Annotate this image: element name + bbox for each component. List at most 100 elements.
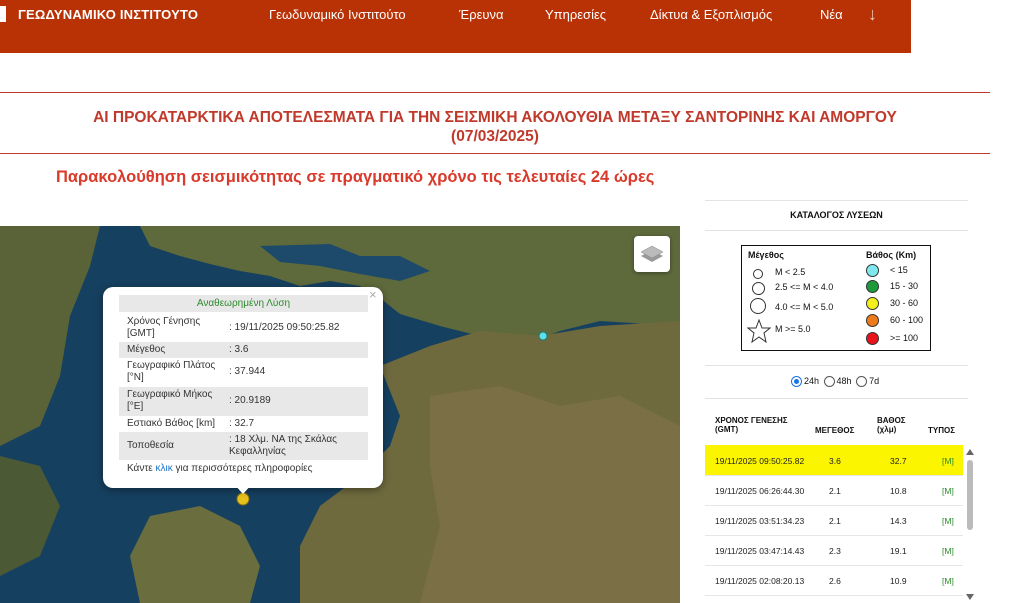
cell-type: [M] (942, 576, 954, 586)
circle-large-icon (750, 298, 766, 314)
depth-color-swatch (866, 264, 879, 277)
popup-row-depth: Εστιακό Βάθος [km] : 32.7 (119, 416, 368, 432)
col-header-type: ΤΥΠΟΣ (928, 426, 956, 435)
cell-magnitude: 3.6 (829, 456, 841, 466)
star-icon (747, 319, 771, 343)
legend-magnitude-item: 4.0 <= M < 5.0 (775, 302, 834, 312)
header-line: (GMT) (715, 425, 739, 434)
cell-time: 19/11/2025 09:50:25.82 (715, 456, 805, 466)
legend-depth-item: 30 - 60 (890, 298, 919, 308)
map-legend: Μέγεθος M < 2.5 2.5 <= M < 4.0 4.0 <= M … (741, 245, 931, 351)
popup-tip (234, 484, 252, 494)
nav-item-research[interactable]: Έρευνα (459, 7, 504, 22)
popup-label: Εστιακό Βάθος [km] (127, 418, 216, 429)
popup-more-info: Κάντε κλικ για περισσότερες πληροφορίες (127, 463, 312, 474)
header-line: ΧΡΟΝΟΣ ΓΕΝΕΣΗΣ (715, 416, 788, 425)
table-scrollbar[interactable] (966, 449, 974, 603)
popup-label: Γεωγραφικό Πλάτος [°N] (127, 360, 216, 383)
headline-top-rule (0, 92, 990, 93)
radio-48h[interactable] (823, 376, 835, 388)
popup-value: : 19/11/2025 09:50:25.82 (229, 322, 340, 333)
site-brand[interactable]: ΓΕΩΔΥΝΑΜΙΚΟ ΙΝΣΤΙΤΟΥΤΟ (0, 6, 199, 22)
popup-value: : 37.944 (229, 366, 266, 377)
logo-fragment-icon (0, 6, 6, 22)
cell-depth: 32.7 (890, 456, 907, 466)
col-header-magnitude: ΜΕΓΕΘΟΣ (815, 426, 855, 435)
cell-depth: 10.9 (890, 576, 907, 586)
header-line: ΒΑΘΟΣ (877, 416, 906, 425)
legend-magnitude-title: Μέγεθος (748, 250, 784, 260)
cell-magnitude: 2.1 (829, 486, 841, 496)
popup-label: Χρόνος Γένησης [GMT] (127, 316, 201, 339)
legend-magnitude-item: 2.5 <= M < 4.0 (775, 282, 834, 292)
legend-magnitude-item: M >= 5.0 (775, 324, 811, 334)
cell-time: 19/11/2025 06:26:44.30 (715, 486, 805, 496)
cell-type: [M] (942, 456, 954, 466)
radio-24h[interactable] (791, 376, 802, 388)
table-row[interactable]: 19/11/2025 02:08:20.13 2.6 10.9 [M] (705, 565, 963, 596)
depth-color-swatch (866, 297, 879, 310)
layers-icon (640, 245, 664, 262)
cell-type: [M] (942, 546, 954, 556)
scroll-down-icon[interactable] (966, 594, 974, 600)
page-headline: ΑΙ ΠΡΟΚΑΤΑΡΚΤΙΚΑ ΑΠΟΤΕΛΕΣΜΑΤΑ ΓΙΑ ΤΗΝ ΣΕ… (0, 108, 990, 146)
cell-time: 19/11/2025 03:51:34.23 (715, 516, 805, 526)
cell-magnitude: 2.3 (829, 546, 841, 556)
table-row[interactable]: 19/11/2025 03:51:34.23 2.1 14.3 [M] (705, 505, 963, 536)
headline-line-2: (07/03/2025) (451, 128, 539, 145)
popup-row-longitude: Γεωγραφικό Μήκος [°E] : 20.9189 (119, 387, 368, 416)
depth-color-swatch (866, 332, 879, 345)
popup-value: : 32.7 (229, 418, 255, 429)
cell-depth: 19.1 (890, 546, 907, 556)
radio-label: 24h (804, 376, 820, 386)
divider (705, 398, 968, 399)
nav-item-networks[interactable]: Δίκτυα & Εξοπλισμός (650, 7, 772, 22)
circle-medium-icon (752, 282, 765, 295)
popup-row-origin-time: Χρόνος Γένησης [GMT] : 19/11/2025 09:50:… (119, 314, 368, 342)
more-info-suffix: για περισσότερες πληροφορίες (172, 463, 313, 474)
cell-depth: 14.3 (890, 516, 907, 526)
radio-label: 7d (869, 376, 880, 386)
scroll-up-icon[interactable] (966, 449, 974, 455)
radio-label: 48h (836, 376, 852, 386)
table-row[interactable]: 19/11/2025 06:26:44.30 2.1 10.8 [M] (705, 475, 963, 506)
circle-small-icon (753, 269, 763, 279)
cell-depth: 10.8 (890, 486, 907, 496)
nav-item-news[interactable]: Νέα (820, 7, 843, 22)
col-header-depth: ΒΑΘΟΣ (χλμ) (877, 416, 906, 434)
cell-time: 19/11/2025 02:08:20.13 (715, 576, 805, 586)
popup-value: : 20.9189 (229, 395, 271, 406)
earthquake-info-popup: × Αναθεωρημένη Λύση Χρόνος Γένησης [GMT]… (103, 287, 383, 494)
legend-depth-title: Βάθος (Km) (866, 250, 917, 260)
nav-item-institute[interactable]: Γεωδυναμικό Ινστιτούτο (269, 7, 406, 22)
headline-line-1: ΑΙ ΠΡΟΚΑΤΑΡΚΤΙΚΑ ΑΠΟΤΕΛΕΣΜΑΤΑ ΓΙΑ ΤΗΝ ΣΕ… (93, 109, 897, 126)
layers-button[interactable] (634, 236, 670, 272)
radio-7d[interactable] (856, 376, 868, 388)
table-row[interactable]: 19/11/2025 03:47:14.43 2.3 19.1 [M] (705, 535, 963, 566)
popup-value: : 3.6 (229, 344, 249, 355)
legend-depth-item: >= 100 (890, 333, 919, 343)
depth-color-swatch (866, 280, 879, 293)
divider (705, 365, 968, 366)
more-info-link[interactable]: κλικ (156, 463, 173, 474)
close-icon[interactable]: × (369, 287, 377, 302)
brand-name: ΓΕΩΔΥΝΑΜΙΚΟ ΙΝΣΤΙΤΟΥΤΟ (18, 7, 199, 22)
headline-bottom-rule (0, 153, 990, 154)
cell-magnitude: 2.1 (829, 516, 841, 526)
depth-color-swatch (866, 314, 879, 327)
legend-depth-item: 15 - 30 (890, 281, 919, 291)
legend-depth-item: < 15 (890, 265, 908, 275)
header-line: (χλμ) (877, 425, 897, 434)
realtime-subheading: Παρακολούθηση σεισμικότητας σε πραγματικ… (56, 168, 655, 186)
table-row[interactable]: 19/11/2025 09:50:25.82 3.6 32.7 [M] (705, 445, 963, 476)
top-navigation-bar: ΓΕΩΔΥΝΑΜΙΚΟ ΙΝΣΤΙΤΟΥΤΟ Γεωδυναμικό Ινστι… (0, 0, 911, 53)
scrollbar-thumb[interactable] (967, 460, 973, 530)
popup-row-latitude: Γεωγραφικό Πλάτος [°N] : 37.944 (119, 358, 368, 387)
arrow-down-icon[interactable]: ↓ (868, 4, 877, 25)
popup-title: Αναθεωρημένη Λύση (119, 295, 368, 312)
nav-item-services[interactable]: Υπηρεσίες (545, 7, 606, 22)
legend-magnitude-item: M < 2.5 (775, 267, 806, 277)
col-header-origin-time: ΧΡΟΝΟΣ ΓΕΝΕΣΗΣ (GMT) (715, 416, 788, 434)
more-info-prefix: Κάντε (127, 463, 156, 474)
popup-label: Μέγεθος (127, 344, 166, 355)
